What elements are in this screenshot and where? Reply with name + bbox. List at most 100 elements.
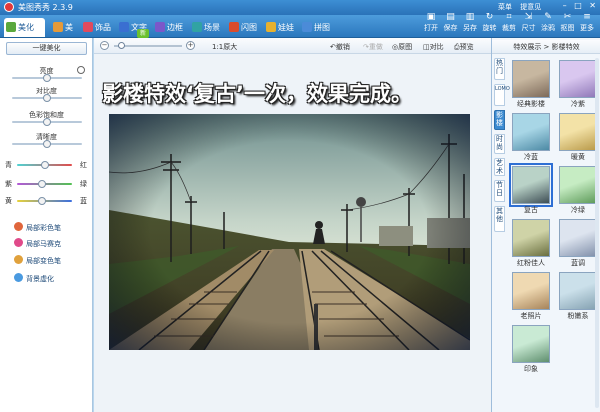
redo-button[interactable]: ↷重做: [363, 42, 383, 52]
tab-4[interactable]: 边框: [153, 18, 188, 37]
photo-canvas[interactable]: [109, 114, 470, 350]
undo-button[interactable]: ↶撤销: [330, 42, 350, 52]
maximize-icon[interactable]: □: [574, 1, 582, 10]
main-toolbar: 美化美容饰品文字边框场景闪图娃娃拼图 新 ▣打开▤保存▥另存↻旋转⌗裁剪⇲尺寸✎…: [0, 12, 600, 51]
face-icon: [53, 22, 63, 32]
mosaic-tool[interactable]: 局部马赛克: [14, 238, 61, 249]
effect-thumbnail[interactable]: 冷绿: [559, 166, 597, 214]
tab-0[interactable]: 美化: [4, 18, 45, 37]
category-tab-0[interactable]: 热门: [494, 58, 505, 80]
one-key-beautify-button[interactable]: 一键美化: [6, 42, 87, 55]
color-slider-row: 青红: [0, 160, 93, 170]
action-label: 预览: [459, 43, 474, 51]
tab-label: 拼图: [314, 23, 330, 32]
adjust-slider[interactable]: [12, 140, 82, 148]
effect-preview-image: [559, 166, 597, 204]
compare-icon: ◫: [423, 43, 430, 51]
feedback-link[interactable]: 提意见: [520, 3, 541, 11]
slider-knob[interactable]: [43, 118, 51, 126]
slider-knob[interactable]: [43, 74, 51, 82]
compare-button[interactable]: ◫对比: [423, 42, 444, 52]
tool-label: 局部变色笔: [26, 257, 61, 265]
slider-knob[interactable]: [40, 161, 49, 169]
effect-preview-image: [559, 272, 597, 310]
tab-1[interactable]: 美容: [51, 18, 79, 51]
color-balance-slider[interactable]: [17, 161, 72, 169]
effect-label: 暖黄: [571, 153, 585, 161]
effects-scrollbar[interactable]: [595, 58, 599, 408]
slider-knob[interactable]: [37, 180, 46, 188]
app-title: 美图秀秀 2.3.9: [18, 3, 73, 12]
tab-2[interactable]: 饰品: [81, 18, 115, 37]
category-tab-1[interactable]: LOMO: [494, 84, 510, 106]
toolbar-button-label: 更多: [580, 24, 594, 32]
action-label: 撤销: [335, 43, 350, 51]
zoom-in-button[interactable]: +: [186, 41, 195, 50]
effect-label: 蓝调: [571, 259, 585, 267]
effect-preview-image: [559, 60, 597, 98]
action-label: 对比: [429, 43, 444, 51]
color-slider-left-label: 黄: [5, 197, 12, 205]
tab-7[interactable]: 娃娃: [264, 18, 298, 37]
menu-link[interactable]: 菜单: [498, 3, 512, 11]
adjust-slider[interactable]: [12, 94, 82, 102]
adjust-panel: 一键美化 亮度 对比度 色彩饱和度 清晰度 青红紫绿黄蓝 局部彩色笔 局部马赛克 局部变色…: [0, 38, 93, 412]
slider-knob[interactable]: [37, 197, 46, 205]
effect-preview-image: [512, 325, 550, 363]
effect-thumbnail[interactable]: 经典影楼: [512, 60, 550, 108]
recolor-pen-tool[interactable]: 局部变色笔: [14, 255, 61, 266]
adjust-slider[interactable]: [12, 74, 82, 82]
toolbar-button-label: 裁剪: [502, 24, 516, 32]
minimize-icon[interactable]: –: [563, 1, 567, 10]
tab-8[interactable]: 拼图: [300, 18, 334, 37]
effect-thumbnail[interactable]: 粉嫩系: [559, 272, 597, 320]
tab-label: 美化: [18, 23, 34, 32]
breadcrumb: 特效展示 > 影楼特效: [492, 40, 600, 54]
effect-thumbnail[interactable]: 复古: [509, 163, 553, 214]
toolbar-button-label: 尺寸: [521, 24, 536, 32]
color-pen-tool[interactable]: 局部彩色笔: [14, 222, 61, 233]
more-button[interactable]: ≡ 更多: [576, 12, 598, 34]
effect-thumbnail[interactable]: 老照片: [512, 272, 550, 320]
toolbar-button-label: 保存: [443, 24, 458, 32]
slider-knob[interactable]: [43, 140, 51, 148]
new-badge: 新: [137, 29, 149, 38]
effect-preview-image: [512, 219, 550, 257]
adjust-slider[interactable]: [12, 118, 82, 126]
frame-icon: [155, 22, 165, 32]
category-tab-6[interactable]: 其他: [494, 206, 505, 232]
effect-thumbnail[interactable]: 冷紫: [559, 60, 597, 108]
category-tab-3[interactable]: 时尚: [494, 134, 505, 154]
effect-thumbnail[interactable]: 蓝调: [559, 219, 597, 267]
category-tab-4[interactable]: 艺术: [494, 158, 505, 176]
effect-label: 老照片: [520, 312, 542, 320]
slider-knob[interactable]: [43, 94, 51, 102]
effect-preview-image: [512, 60, 550, 98]
original-button[interactable]: ◎原图: [392, 42, 412, 52]
tab-6[interactable]: 闪图: [227, 18, 262, 37]
toolbar-button-label: 旋转: [482, 24, 497, 32]
effect-label: 冷绿: [571, 206, 585, 214]
effect-thumbnail[interactable]: 冷蓝: [512, 113, 550, 161]
effect-thumbnail[interactable]: 暖黄: [559, 113, 597, 161]
category-tab-5[interactable]: 节日: [494, 180, 505, 202]
effect-preview-image: [559, 219, 597, 257]
scene-icon: [192, 22, 202, 32]
effect-thumbnail[interactable]: 红粉佳人: [512, 219, 550, 267]
blur-tool[interactable]: 背景虚化: [14, 273, 54, 284]
color-balance-slider[interactable]: [17, 180, 72, 188]
flash-icon: [229, 22, 239, 32]
beautify-icon: [6, 22, 16, 32]
zoom-slider-knob[interactable]: [118, 42, 125, 49]
color-balance-slider[interactable]: [17, 197, 72, 205]
canvas-toolbar: − + 1:1原大 ↶撤销 ↷重做 ◎原图 ◫对比 ⎙预览: [94, 38, 491, 54]
category-tab-2[interactable]: 影楼: [494, 110, 505, 130]
tab-5[interactable]: 场景: [190, 18, 225, 37]
close-icon[interactable]: ✕: [589, 1, 596, 10]
zoom-slider[interactable]: [114, 42, 182, 49]
preview-button[interactable]: ⎙预览: [454, 42, 474, 52]
zoom-actual-size-button[interactable]: 1:1原大: [212, 42, 237, 52]
effect-thumbnail[interactable]: 印象: [512, 325, 550, 373]
doll-icon: [266, 22, 276, 32]
zoom-out-button[interactable]: −: [100, 41, 109, 50]
